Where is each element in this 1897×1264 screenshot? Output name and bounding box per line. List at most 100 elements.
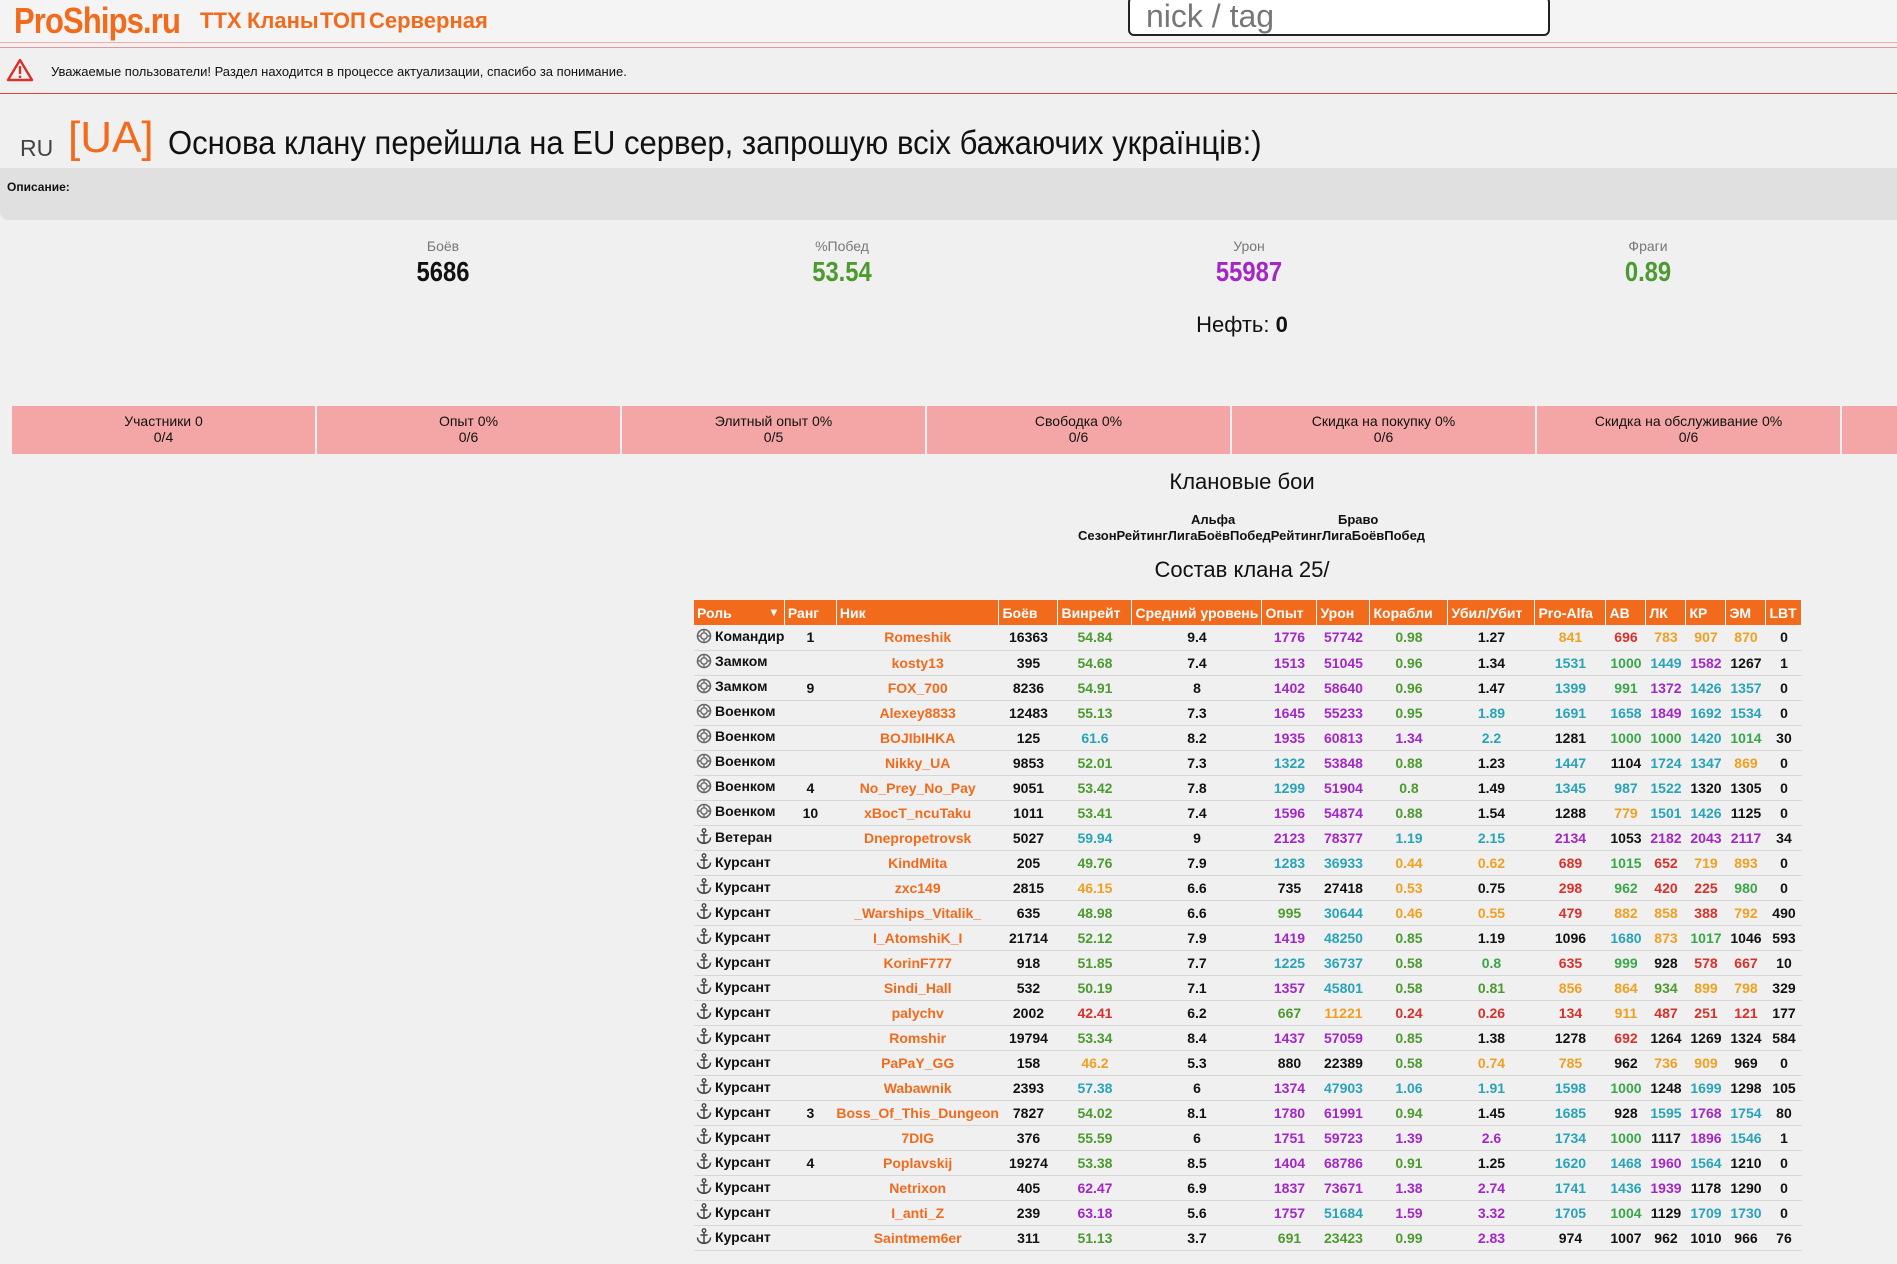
- table-cell: 962: [1645, 1225, 1686, 1251]
- player-nick-link[interactable]: Sindi_Hall: [836, 975, 999, 1001]
- table-cell: 1248: [1645, 1075, 1686, 1101]
- table-cell: 4: [784, 775, 837, 801]
- player-nick-link[interactable]: _Warships_Vitalik_: [836, 900, 999, 926]
- table-cell: 61.6: [1057, 725, 1132, 751]
- player-nick-link[interactable]: palychv: [836, 1000, 999, 1026]
- column-header[interactable]: Убил/Убит: [1447, 600, 1536, 625]
- table-cell: 12483: [998, 700, 1058, 726]
- column-header[interactable]: АВ: [1605, 600, 1647, 625]
- player-nick-link[interactable]: Saintmem6er: [836, 1225, 999, 1251]
- player-nick-link[interactable]: Romeshik: [836, 625, 999, 651]
- table-cell: 6.9: [1131, 1175, 1262, 1201]
- column-header-label: LBT: [1769, 604, 1797, 621]
- player-nick-link[interactable]: 7DIG: [836, 1125, 999, 1151]
- nav-top[interactable]: ТОП: [320, 8, 366, 34]
- table-cell: 1281: [1534, 725, 1606, 751]
- table-cell: 62.47: [1057, 1175, 1132, 1201]
- player-nick-link[interactable]: Alexey8833: [836, 700, 999, 726]
- table-cell: 1357: [1261, 975, 1317, 1001]
- table-cell: 7.1: [1131, 975, 1262, 1001]
- column-header[interactable]: ЭМ: [1725, 600, 1767, 625]
- stat-value: 55987: [1215, 256, 1283, 287]
- player-nick-link[interactable]: FOX_700: [836, 675, 999, 701]
- role-cell: Военком: [694, 800, 785, 826]
- table-cell: [784, 1075, 837, 1101]
- table-cell: 1: [1765, 1125, 1802, 1151]
- table-cell: 1269: [1685, 1025, 1726, 1051]
- search-input[interactable]: [1128, 0, 1550, 36]
- bonus-exp: Опыт 0% 0/6: [317, 406, 620, 454]
- player-nick-link[interactable]: Boss_Of_This_Dungeon: [836, 1100, 999, 1126]
- site-logo[interactable]: ProShips.ru: [14, 0, 181, 42]
- table-row: Курсант _Warships_Vitalik_ 635 48.98 6.6 995 3…: [694, 900, 1802, 926]
- bonus-value: 0/4: [153, 429, 174, 445]
- role-label: Курсант: [715, 1103, 771, 1120]
- table-cell: 1741: [1534, 1175, 1606, 1201]
- table-cell: 1.54: [1447, 800, 1535, 826]
- table-cell: 635: [998, 900, 1058, 926]
- player-nick-link[interactable]: I_AtomshiK_I: [836, 925, 999, 951]
- player-nick-link[interactable]: Romshir: [836, 1025, 999, 1051]
- column-header-label: АВ: [1609, 604, 1630, 621]
- nav-clans[interactable]: Кланы: [247, 8, 319, 34]
- column-header[interactable]: Корабли: [1369, 600, 1449, 625]
- player-nick-link[interactable]: Netrixon: [836, 1175, 999, 1201]
- column-header[interactable]: Pro-Alfa: [1534, 600, 1607, 625]
- table-cell: 61991: [1316, 1100, 1370, 1126]
- table-cell: 893: [1725, 850, 1766, 876]
- column-header[interactable]: Опыт: [1261, 600, 1318, 625]
- table-cell: 880: [1261, 1050, 1317, 1076]
- table-cell: 962: [1605, 875, 1646, 901]
- player-nick-link[interactable]: xBocT_ncuTaku: [836, 800, 999, 826]
- role-cell: Курсант: [694, 1225, 785, 1251]
- table-row: Военком Alexey8833 12483 55.13 7.3 1645 55233 0…: [694, 700, 1802, 726]
- column-header[interactable]: Боёв: [998, 600, 1059, 625]
- column-header[interactable]: КР: [1685, 600, 1727, 625]
- player-nick-link[interactable]: Wabawnik: [836, 1075, 999, 1101]
- column-header[interactable]: ЛК: [1645, 600, 1687, 625]
- role-label: Курсант: [715, 853, 771, 870]
- player-nick-link[interactable]: PaPaY_GG: [836, 1050, 999, 1076]
- table-cell: 1.34: [1369, 725, 1448, 751]
- player-nick-link[interactable]: No_Prey_No_Pay: [836, 775, 999, 801]
- table-cell: 1436: [1605, 1175, 1646, 1201]
- column-header[interactable]: Ник: [836, 600, 1000, 625]
- table-row: Замком kosty13 395 54.68 7.4 1513 51045 0.96 1.3…: [694, 650, 1802, 676]
- column-header[interactable]: LBT: [1765, 600, 1803, 625]
- table-cell: 0: [1765, 700, 1802, 726]
- nav-ttx[interactable]: ТТХ: [200, 8, 242, 34]
- table-cell: 1896: [1685, 1125, 1726, 1151]
- column-header[interactable]: Урон: [1316, 600, 1371, 625]
- table-row: Военком BOJIbIHKA 125 61.6 8.2 1935 60813 1.34 2…: [694, 725, 1802, 751]
- bonus-elite-exp: Элитный опыт 0% 0/5: [622, 406, 925, 454]
- player-nick-link[interactable]: Dnepropetrovsk: [836, 825, 999, 851]
- column-header[interactable]: Средний уровень: [1131, 600, 1263, 625]
- table-cell: 0.55: [1447, 900, 1535, 926]
- player-nick-link[interactable]: KorinF777: [836, 950, 999, 976]
- table-cell: 1096: [1534, 925, 1606, 951]
- nav-server[interactable]: Серверная: [369, 8, 488, 34]
- column-header[interactable]: Ранг: [784, 600, 837, 625]
- player-nick-link[interactable]: Poplavskij: [836, 1150, 999, 1176]
- player-nick-link[interactable]: kosty13: [836, 650, 999, 676]
- table-cell: 58640: [1316, 675, 1370, 701]
- column-header[interactable]: Роль ▾: [694, 600, 785, 625]
- table-row: Курсант I_anti_Z 239 63.18 5.6 1757 51684 1.59 3…: [694, 1200, 1802, 1226]
- emblem-icon: [696, 753, 712, 772]
- table-cell: 1598: [1534, 1075, 1606, 1101]
- table-cell: 785: [1534, 1050, 1606, 1076]
- table-cell: 1595: [1645, 1100, 1686, 1126]
- player-nick-link[interactable]: KindMita: [836, 850, 999, 876]
- table-cell: [784, 650, 837, 676]
- player-nick-link[interactable]: I_anti_Z: [836, 1200, 999, 1226]
- table-cell: 1.19: [1369, 825, 1448, 851]
- player-nick-link[interactable]: BOJIbIHKA: [836, 725, 999, 751]
- table-cell: 51.13: [1057, 1225, 1132, 1251]
- table-cell: 1935: [1261, 725, 1317, 751]
- table-cell: 0.8: [1447, 950, 1535, 976]
- emblem-icon: [696, 803, 712, 822]
- column-header[interactable]: Винрейт: [1057, 600, 1133, 625]
- player-nick-link[interactable]: zxc149: [836, 875, 999, 901]
- table-cell: 51904: [1316, 775, 1370, 801]
- player-nick-link[interactable]: Nikky_UA: [836, 750, 999, 776]
